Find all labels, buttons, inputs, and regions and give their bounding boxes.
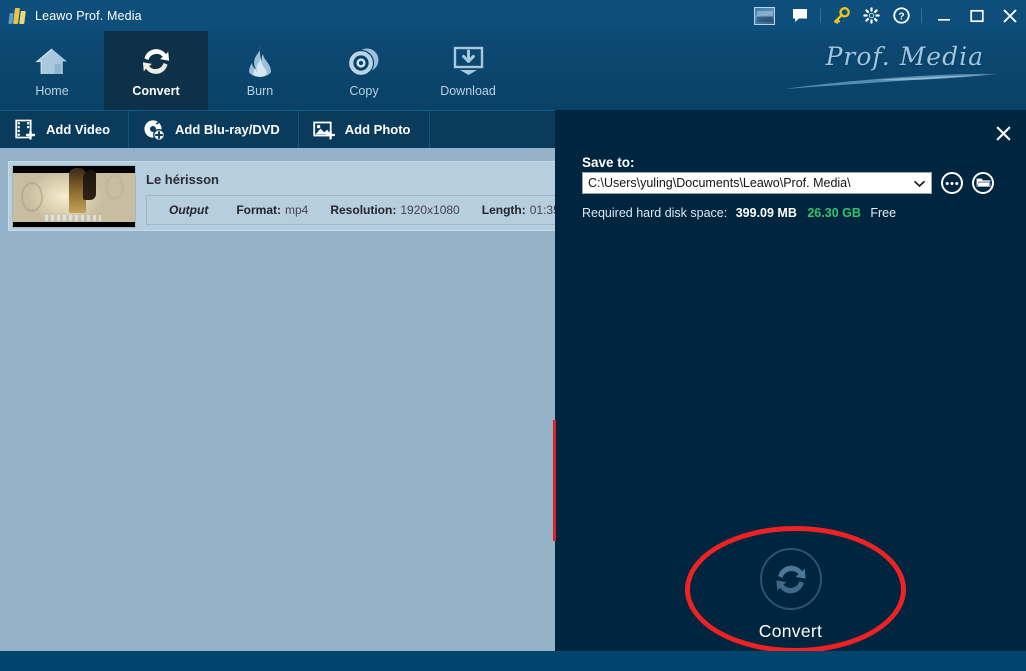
maximize-button[interactable] xyxy=(960,0,993,31)
add-video-label: Add Video xyxy=(46,122,111,137)
download-icon xyxy=(452,44,485,80)
nav-tab-copy-label: Copy xyxy=(349,83,379,98)
title-bar: Leawo Prof. Media ? xyxy=(0,0,1026,31)
format-value: mp4 xyxy=(285,203,309,217)
nav-tab-home-label: Home xyxy=(35,83,69,98)
home-icon xyxy=(35,44,69,80)
app-title: Leawo Prof. Media xyxy=(35,8,142,23)
open-folder-icon[interactable] xyxy=(972,172,994,194)
application-window: Leawo Prof. Media ? Home Convert Burn Co… xyxy=(0,0,1026,671)
film-add-icon xyxy=(14,119,36,141)
format-key: Format: xyxy=(236,203,281,217)
add-photo-label: Add Photo xyxy=(344,122,411,137)
output-label: Output xyxy=(169,203,209,217)
resolution-key: Resolution: xyxy=(330,203,397,217)
title-bar-controls: ? xyxy=(750,0,1026,31)
disk-space-info: Required hard disk space: 399.09 MB 26.3… xyxy=(582,206,896,220)
convert-icon xyxy=(139,44,173,80)
required-space-value: 399.09 MB xyxy=(735,206,797,220)
free-space-value: 26.30 GB xyxy=(807,206,861,220)
status-bar xyxy=(0,651,1026,671)
convert-icon xyxy=(759,548,822,610)
save-to-label: Save to: xyxy=(582,155,635,170)
add-bluray-dvd-button[interactable]: Add Blu-ray/DVD xyxy=(129,111,299,148)
language-icon[interactable] xyxy=(754,6,775,25)
nav-tab-burn-label: Burn xyxy=(246,83,274,98)
save-path-value: C:\Users\yuling\Documents\Leawo\Prof. Me… xyxy=(588,176,851,190)
divider xyxy=(820,8,821,23)
close-button[interactable] xyxy=(993,0,1026,31)
register-key-icon[interactable] xyxy=(826,0,856,31)
convert-action-button[interactable]: Convert xyxy=(716,548,866,642)
feedback-icon[interactable] xyxy=(785,0,815,31)
save-path-row: C:\Users\yuling\Documents\Leawo\Prof. Me… xyxy=(582,172,994,194)
disc-icon xyxy=(347,44,381,80)
nav-tab-burn[interactable]: Burn xyxy=(208,31,312,110)
browse-more-button[interactable] xyxy=(941,172,963,194)
minimize-button[interactable] xyxy=(927,0,960,31)
add-photo-button[interactable]: Add Photo xyxy=(299,111,430,148)
disc-add-icon xyxy=(143,119,165,141)
add-bluray-dvd-label: Add Blu-ray/DVD xyxy=(175,122,280,137)
photo-add-icon xyxy=(313,119,335,141)
flame-icon xyxy=(245,44,275,80)
help-icon[interactable]: ? xyxy=(886,0,916,31)
video-thumbnail xyxy=(12,165,136,228)
nav-tab-convert-label: Convert xyxy=(132,83,180,98)
panel-close-icon[interactable] xyxy=(990,120,1016,146)
svg-text:?: ? xyxy=(898,11,904,22)
leawo-bars-logo-icon xyxy=(8,7,26,24)
nav-tab-download[interactable]: Download xyxy=(416,31,520,110)
add-video-button[interactable]: Add Video xyxy=(0,111,130,148)
main-navigation: Home Convert Burn Copy Download xyxy=(0,31,1026,110)
chevron-down-icon xyxy=(914,173,925,195)
convert-button-label: Convert xyxy=(758,621,823,641)
nav-tab-convert[interactable]: Convert xyxy=(104,31,208,110)
divider xyxy=(921,8,922,23)
required-space-label: Required hard disk space: xyxy=(582,206,728,220)
save-settings-panel: Save to: C:\Users\yuling\Documents\Leawo… xyxy=(555,110,1026,651)
nav-tab-download-label: Download xyxy=(440,83,496,98)
save-path-select[interactable]: C:\Users\yuling\Documents\Leawo\Prof. Me… xyxy=(582,172,932,194)
title-bar-left: Leawo Prof. Media xyxy=(0,7,142,24)
settings-gear-icon[interactable] xyxy=(856,0,886,31)
nav-tab-home[interactable]: Home xyxy=(0,31,104,110)
length-key: Length: xyxy=(481,203,526,217)
nav-tab-copy[interactable]: Copy xyxy=(312,31,416,110)
free-space-label: Free xyxy=(870,206,897,220)
resolution-value: 1920x1080 xyxy=(400,203,460,217)
